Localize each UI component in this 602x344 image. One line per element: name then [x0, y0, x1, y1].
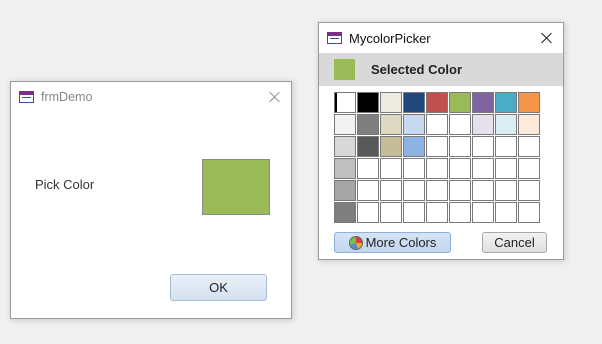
color-cell[interactable]: [426, 158, 448, 179]
frmdemo-title: frmDemo: [41, 90, 93, 104]
color-cell[interactable]: [357, 136, 379, 157]
color-cell[interactable]: [449, 136, 471, 157]
colorpicker-titlebar[interactable]: MycolorPicker: [319, 23, 563, 53]
frmdemo-window: frmDemo Pick Color OK: [10, 81, 292, 319]
color-cell[interactable]: [518, 180, 540, 201]
color-palette-grid: [334, 92, 540, 223]
form-icon: [19, 91, 34, 103]
color-cell[interactable]: [334, 180, 356, 201]
colorpicker-window: MycolorPicker Selected Color More Colors…: [318, 22, 564, 260]
color-cell[interactable]: [518, 114, 540, 135]
ok-button[interactable]: OK: [170, 274, 267, 301]
color-cell[interactable]: [403, 202, 425, 223]
color-cell[interactable]: [403, 114, 425, 135]
color-swatch-button[interactable]: [202, 159, 270, 215]
form-icon: [327, 32, 342, 44]
color-cell[interactable]: [449, 180, 471, 201]
color-cell[interactable]: [426, 92, 448, 113]
color-cell[interactable]: [334, 92, 356, 113]
color-cell[interactable]: [495, 136, 517, 157]
color-cell[interactable]: [403, 92, 425, 113]
color-cell[interactable]: [495, 180, 517, 201]
more-colors-button[interactable]: More Colors: [334, 232, 451, 253]
color-cell[interactable]: [472, 180, 494, 201]
color-cell[interactable]: [495, 92, 517, 113]
color-cell[interactable]: [403, 180, 425, 201]
color-cell[interactable]: [357, 114, 379, 135]
selected-color-label: Selected Color: [371, 62, 463, 77]
color-cell[interactable]: [449, 92, 471, 113]
color-cell[interactable]: [518, 158, 540, 179]
color-cell[interactable]: [380, 202, 402, 223]
cancel-button[interactable]: Cancel: [482, 232, 547, 253]
color-cell[interactable]: [472, 202, 494, 223]
pick-color-label: Pick Color: [35, 177, 95, 192]
color-cell[interactable]: [495, 158, 517, 179]
selected-color-swatch: [334, 59, 355, 80]
color-cell[interactable]: [426, 180, 448, 201]
color-cell[interactable]: [403, 136, 425, 157]
color-cell[interactable]: [380, 180, 402, 201]
selected-color-bar: Selected Color: [319, 53, 563, 86]
color-cell[interactable]: [357, 92, 379, 113]
color-cell[interactable]: [495, 202, 517, 223]
color-cell[interactable]: [357, 202, 379, 223]
color-cell[interactable]: [472, 136, 494, 157]
color-cell[interactable]: [518, 202, 540, 223]
color-cell[interactable]: [518, 136, 540, 157]
close-icon[interactable]: [267, 89, 283, 105]
color-cell[interactable]: [380, 114, 402, 135]
color-wheel-icon: [348, 235, 363, 250]
color-cell[interactable]: [426, 114, 448, 135]
color-cell[interactable]: [449, 114, 471, 135]
color-cell[interactable]: [472, 158, 494, 179]
color-cell[interactable]: [403, 158, 425, 179]
color-cell[interactable]: [380, 158, 402, 179]
color-cell[interactable]: [449, 202, 471, 223]
close-icon[interactable]: [539, 30, 555, 46]
color-cell[interactable]: [449, 158, 471, 179]
color-cell[interactable]: [334, 158, 356, 179]
color-cell[interactable]: [357, 158, 379, 179]
color-cell[interactable]: [472, 114, 494, 135]
frmdemo-titlebar[interactable]: frmDemo: [11, 82, 291, 112]
color-cell[interactable]: [334, 114, 356, 135]
color-cell[interactable]: [357, 180, 379, 201]
color-cell[interactable]: [334, 202, 356, 223]
color-cell[interactable]: [426, 136, 448, 157]
color-cell[interactable]: [380, 136, 402, 157]
color-cell[interactable]: [380, 92, 402, 113]
colorpicker-title: MycolorPicker: [349, 30, 431, 46]
color-cell[interactable]: [426, 202, 448, 223]
color-cell[interactable]: [472, 92, 494, 113]
color-cell[interactable]: [518, 92, 540, 113]
color-cell[interactable]: [334, 136, 356, 157]
color-cell[interactable]: [495, 114, 517, 135]
more-colors-label: More Colors: [365, 235, 437, 250]
